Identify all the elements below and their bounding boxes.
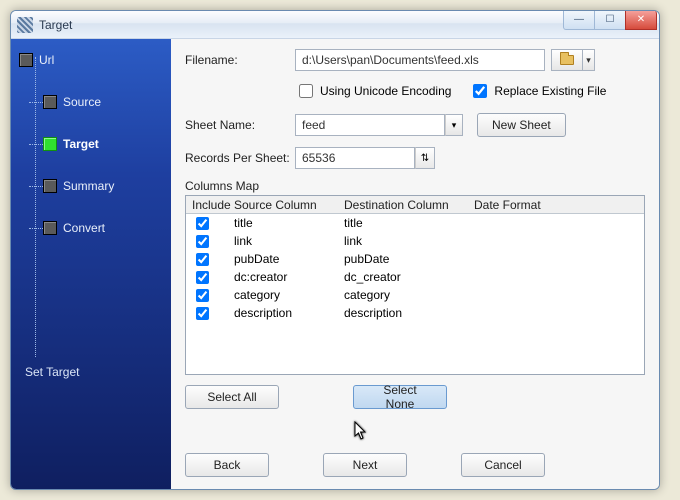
include-checkbox[interactable] bbox=[196, 235, 209, 248]
cell-destination: category bbox=[344, 288, 474, 302]
cell-source: link bbox=[234, 234, 344, 248]
cell-source: description bbox=[234, 306, 344, 320]
cancel-button[interactable]: Cancel bbox=[461, 453, 545, 477]
browse-button[interactable] bbox=[551, 49, 583, 71]
filename-input[interactable] bbox=[295, 49, 545, 71]
client-area: Url Source Target Summary Convert bbox=[11, 39, 659, 489]
wizard-sidebar: Url Source Target Summary Convert bbox=[11, 39, 171, 489]
cell-destination: description bbox=[344, 306, 474, 320]
tree-hline bbox=[29, 102, 43, 103]
table-row[interactable]: pubDatepubDate bbox=[186, 250, 644, 268]
records-label: Records Per Sheet: bbox=[185, 151, 295, 165]
sheetname-dropdown[interactable]: ▾ bbox=[445, 114, 463, 136]
folder-icon bbox=[560, 55, 574, 65]
sheetname-combo[interactable] bbox=[295, 114, 445, 136]
replace-checkbox[interactable]: Replace Existing File bbox=[469, 81, 606, 101]
records-spinner[interactable]: ⇅ bbox=[415, 147, 435, 169]
sidebar-item-convert[interactable]: Convert bbox=[19, 219, 171, 237]
table-row[interactable]: titletitle bbox=[186, 214, 644, 232]
step-box-icon bbox=[43, 137, 57, 151]
grid-body: titletitlelinklinkpubDatepubDatedc:creat… bbox=[186, 214, 644, 322]
window-title: Target bbox=[39, 18, 72, 32]
cell-destination: dc_creator bbox=[344, 270, 474, 284]
sidebar-item-label: Source bbox=[63, 95, 101, 109]
tree-hline bbox=[29, 144, 43, 145]
columns-grid[interactable]: Include Source Column Destination Column… bbox=[185, 195, 645, 375]
main-panel: Filename: ▾ Using Unicode Encoding Repla… bbox=[171, 39, 659, 489]
sidebar-item-summary[interactable]: Summary bbox=[19, 177, 171, 195]
app-window: Target — ☐ ✕ Url Source Target bbox=[10, 10, 660, 490]
columns-map-label: Columns Map bbox=[185, 179, 645, 193]
step-box-icon bbox=[43, 95, 57, 109]
sidebar-item-label: Target bbox=[63, 137, 99, 151]
sidebar-item-source[interactable]: Source bbox=[19, 93, 171, 111]
include-checkbox[interactable] bbox=[196, 271, 209, 284]
tree-hline bbox=[29, 186, 43, 187]
sidebar-item-label: Convert bbox=[63, 221, 105, 235]
cell-destination: link bbox=[344, 234, 474, 248]
new-sheet-button[interactable]: New Sheet bbox=[477, 113, 566, 137]
cell-source: dc:creator bbox=[234, 270, 344, 284]
tree-hline bbox=[29, 228, 43, 229]
sidebar-status: Set Target bbox=[25, 365, 79, 379]
select-all-button[interactable]: Select All bbox=[185, 385, 279, 409]
sidebar-item-target[interactable]: Target bbox=[19, 135, 171, 153]
table-row[interactable]: categorycategory bbox=[186, 286, 644, 304]
grid-header: Include Source Column Destination Column… bbox=[186, 196, 644, 214]
col-header-source[interactable]: Source Column bbox=[234, 198, 344, 212]
maximize-button[interactable]: ☐ bbox=[594, 10, 626, 30]
records-input[interactable] bbox=[295, 147, 415, 169]
minimize-button[interactable]: — bbox=[563, 10, 595, 30]
cell-destination: pubDate bbox=[344, 252, 474, 266]
titlebar[interactable]: Target — ☐ ✕ bbox=[11, 11, 659, 39]
unicode-checkbox-label: Using Unicode Encoding bbox=[320, 84, 451, 98]
unicode-checkbox-input[interactable] bbox=[299, 84, 313, 98]
sidebar-item-label: Url bbox=[39, 53, 54, 67]
table-row[interactable]: linklink bbox=[186, 232, 644, 250]
unicode-checkbox[interactable]: Using Unicode Encoding bbox=[295, 81, 451, 101]
step-box-icon bbox=[43, 179, 57, 193]
back-button[interactable]: Back bbox=[185, 453, 269, 477]
col-header-include[interactable]: Include bbox=[186, 198, 234, 212]
col-header-dateformat[interactable]: Date Format bbox=[474, 198, 644, 212]
include-checkbox[interactable] bbox=[196, 289, 209, 302]
next-button[interactable]: Next bbox=[323, 453, 407, 477]
cell-source: category bbox=[234, 288, 344, 302]
step-box-icon bbox=[43, 221, 57, 235]
cell-source: title bbox=[234, 216, 344, 230]
cell-destination: title bbox=[344, 216, 474, 230]
sheetname-label: Sheet Name: bbox=[185, 118, 295, 132]
sidebar-item-url[interactable]: Url bbox=[19, 51, 171, 69]
select-none-button[interactable]: Select None bbox=[353, 385, 447, 409]
close-button[interactable]: ✕ bbox=[625, 10, 657, 30]
table-row[interactable]: descriptiondescription bbox=[186, 304, 644, 322]
table-row[interactable]: dc:creatordc_creator bbox=[186, 268, 644, 286]
app-icon bbox=[17, 17, 33, 33]
col-header-destination[interactable]: Destination Column bbox=[344, 198, 474, 212]
browse-dropdown[interactable]: ▾ bbox=[583, 49, 595, 71]
include-checkbox[interactable] bbox=[196, 307, 209, 320]
cell-source: pubDate bbox=[234, 252, 344, 266]
filename-label: Filename: bbox=[185, 53, 295, 67]
replace-checkbox-label: Replace Existing File bbox=[494, 84, 606, 98]
include-checkbox[interactable] bbox=[196, 217, 209, 230]
step-box-icon bbox=[19, 53, 33, 67]
include-checkbox[interactable] bbox=[196, 253, 209, 266]
sidebar-item-label: Summary bbox=[63, 179, 114, 193]
replace-checkbox-input[interactable] bbox=[473, 84, 487, 98]
